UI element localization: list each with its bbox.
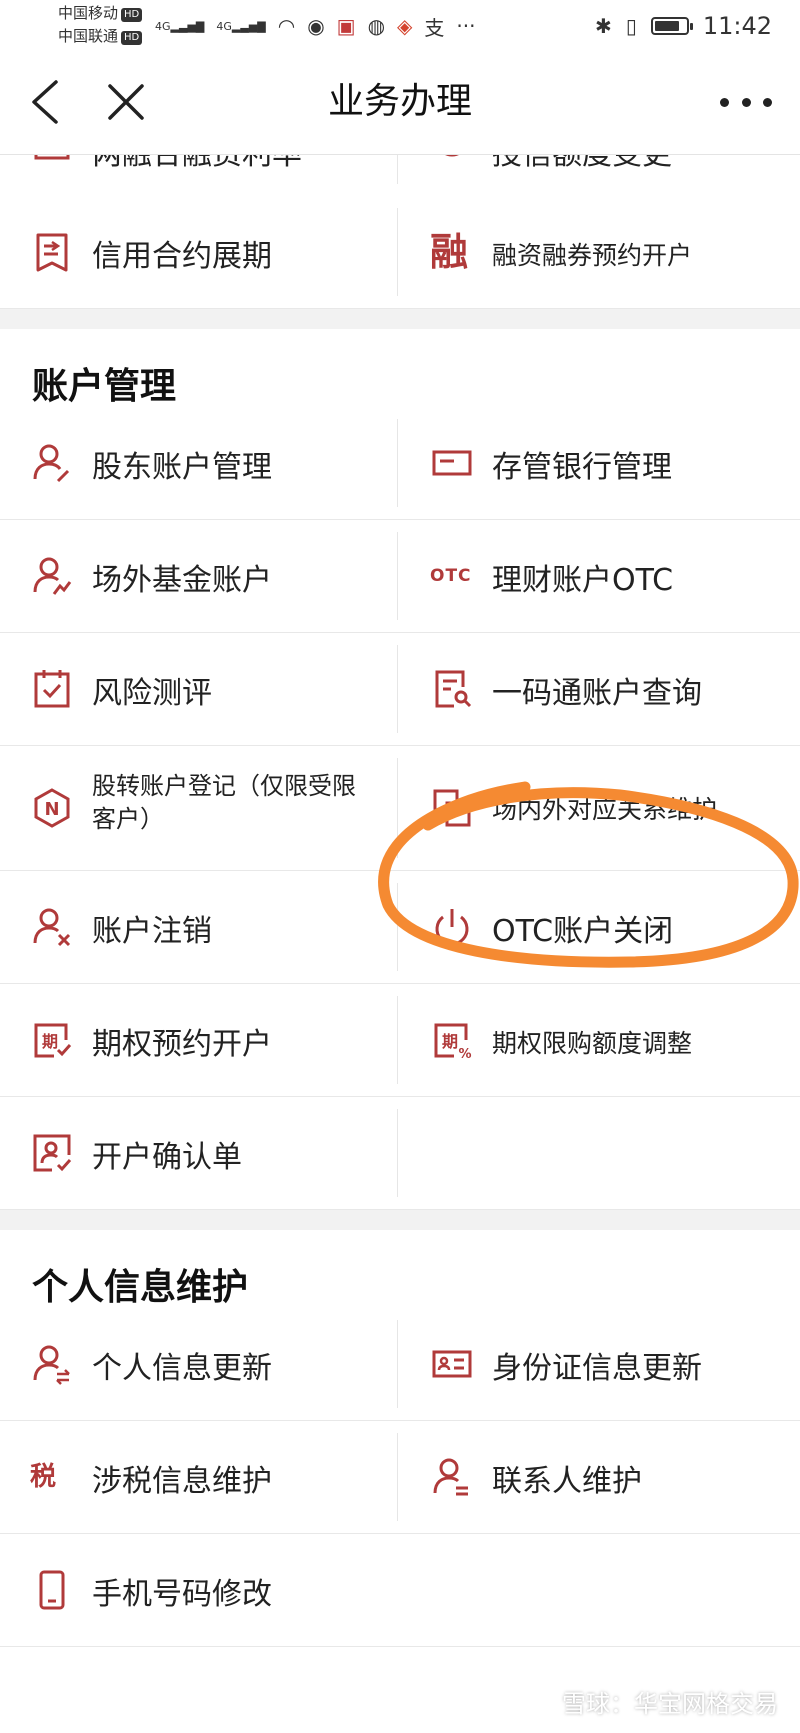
menu-item-contact-maintenance[interactable]: 联系人维护 (398, 1421, 800, 1533)
more-dots-icon: ··· (456, 14, 476, 38)
watermark: 雪球：华宝网格交易 (562, 1690, 778, 1718)
menu-item-onsite-offsite-mapping[interactable]: 场内外对应关系维护 (398, 746, 800, 870)
bank-card-icon (430, 441, 474, 485)
menu-item-credit-extension[interactable]: 信用合约展期 (0, 196, 398, 308)
clock: 11:42 (702, 12, 772, 40)
margin-glyph-icon: 融 (430, 230, 469, 274)
menu-item-otc-fund-account[interactable]: 场外基金账户 (0, 520, 398, 632)
power-icon (430, 905, 474, 949)
menu-item-custody-bank[interactable]: 存管银行管理 (398, 407, 800, 519)
menu-item-one-code-query[interactable]: 一码通账户查询 (398, 633, 800, 745)
content: % 两融合融资利率 授信额度变更 信用合约展期 融 融资融券预约开户 账户管理 … (0, 154, 800, 1733)
alipay-icon: 支 (424, 15, 445, 40)
svg-text:期: 期 (42, 1032, 58, 1051)
more-horizontal-icon[interactable] (720, 86, 772, 118)
menu-item-personal-info-update[interactable]: 个人信息更新 (0, 1308, 398, 1420)
book-app-icon: ▣ (336, 14, 356, 38)
list-row: 信用合约展期 融 融资融券预约开户 (0, 196, 800, 309)
list-row: N 股转账户登记（仅限受限客户） 场内外对应关系维护 (0, 746, 800, 871)
nav-bar: 业务办理 (0, 50, 800, 155)
svg-text:N: N (44, 799, 59, 820)
user-sync-icon (30, 1342, 74, 1386)
bluetooth-icon: ✱ (595, 14, 612, 38)
status-bar: 中国移动 HD 中国联通 HD 4G▂▃▅▇ 4G▂▃▅▇ ◠ ◉ ▣ ◍ ◈ 支 … (0, 0, 800, 50)
browser-icon: ◉ (307, 14, 325, 38)
list-row: % 两融合融资利率 授信额度变更 (0, 154, 800, 197)
status-right: ✱ ▯ 11:42 (595, 10, 772, 42)
page-title: 业务办理 (327, 81, 472, 122)
menu-item-phone-number[interactable]: 手机号码修改 (0, 1534, 398, 1646)
document-search-icon (430, 667, 474, 711)
option-percent-icon: 期% (430, 1018, 474, 1062)
weibo-icon: ◈ (397, 14, 413, 38)
linked-squares-icon (430, 786, 474, 830)
list-row: 手机号码修改 (0, 1534, 800, 1647)
hexagon-n-icon: N (30, 786, 74, 830)
tax-icon: 税 (30, 1462, 57, 1492)
menu-item-margin-rate[interactable]: % 两融合融资利率 (0, 154, 398, 196)
carrier-2: 中国联通 HD (58, 27, 143, 45)
user-trend-icon (30, 554, 74, 598)
menu-item-otc-account-close[interactable]: OTC账户关闭 (398, 871, 800, 983)
menu-item-id-card-update[interactable]: 身份证信息更新 (398, 1308, 800, 1420)
menu-item-margin-account-opening[interactable]: 融 融资融券预约开户 (398, 196, 800, 308)
svg-text:期: 期 (442, 1032, 458, 1051)
svg-text:%: % (458, 1047, 471, 1062)
list-row: 税 涉税信息维护 联系人维护 (0, 1421, 800, 1534)
checklist-icon (30, 667, 74, 711)
list-row: 股东账户管理 存管银行管理 (0, 407, 800, 520)
menu-item-risk-assessment[interactable]: 风险测评 (0, 633, 398, 745)
menu-item-account-confirmation[interactable]: 开户确认单 (0, 1097, 398, 1209)
menu-item-wealth-otc[interactable]: OTC 理财账户OTC (398, 520, 800, 632)
user-check-icon (30, 1131, 74, 1175)
carrier-1: 中国移动 HD (58, 4, 143, 22)
user-edit-icon (30, 441, 74, 485)
id-card-icon (430, 1342, 474, 1386)
menu-item-account-cancellation[interactable]: 账户注销 (0, 871, 398, 983)
vibrate-icon: ▯ (625, 14, 637, 38)
list-row: 账户注销 OTC账户关闭 (0, 871, 800, 984)
list-row: 期 期权预约开户 期% 期权限购额度调整 (0, 984, 800, 1097)
user-remove-icon (30, 905, 74, 949)
phone-icon (30, 1568, 74, 1612)
menu-item-nq-account-registration[interactable]: N 股转账户登记（仅限受限客户） (0, 746, 398, 870)
list-row: 场外基金账户 OTC 理财账户OTC (0, 520, 800, 633)
wechat-icon: ◍ (367, 14, 386, 38)
list-row: 风险测评 一码通账户查询 (0, 633, 800, 746)
list-row: 个人信息更新 身份证信息更新 (0, 1308, 800, 1421)
status-icons: 4G▂▃▅▇ 4G▂▃▅▇ ◠ ◉ ▣ ◍ ◈ 支 ··· (155, 12, 475, 40)
menu-item-option-limit-adjustment[interactable]: 期% 期权限购额度调整 (398, 984, 800, 1096)
option-calendar-icon: 期 (30, 1018, 74, 1062)
contact-icon (430, 1455, 474, 1499)
document-arrow-icon (30, 230, 74, 274)
signal-icon: 4G▂▃▅▇ (155, 19, 205, 33)
menu-item-option-account-opening[interactable]: 期 期权预约开户 (0, 984, 398, 1096)
gauge-icon (430, 154, 474, 162)
menu-item-credit-limit[interactable]: 授信额度变更 (398, 154, 800, 196)
document-percent-icon: % (30, 154, 74, 162)
wifi-icon: ◠ (277, 14, 296, 38)
otc-icon: OTC (430, 566, 472, 586)
menu-item-tax-info[interactable]: 税 涉税信息维护 (0, 1421, 398, 1533)
battery-icon (650, 17, 693, 35)
list-row: 开户确认单 (0, 1097, 800, 1210)
signal-icon-2: 4G▂▃▅▇ (216, 19, 266, 33)
menu-item-shareholder-account[interactable]: 股东账户管理 (0, 407, 398, 519)
